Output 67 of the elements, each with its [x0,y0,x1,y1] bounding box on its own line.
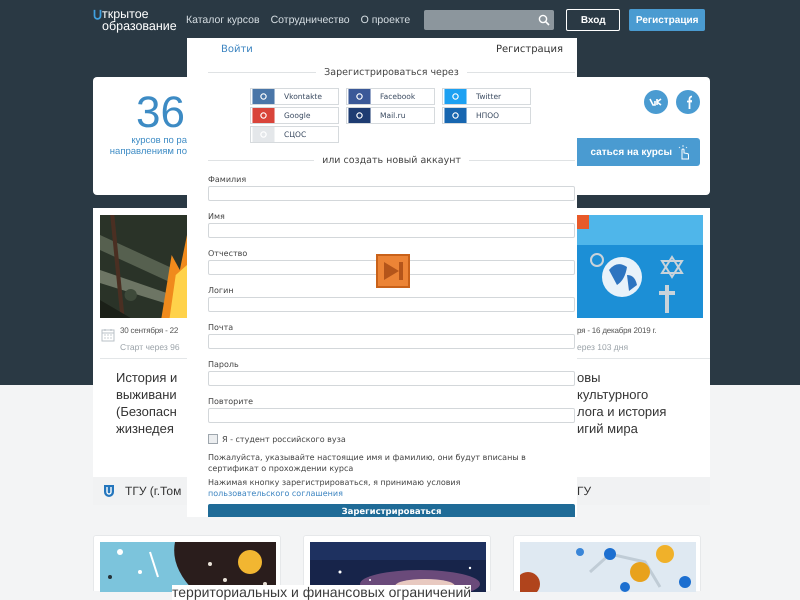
input-field[interactable] [208,334,575,349]
input-field[interactable] [208,223,575,238]
field-label: Пароль [208,359,240,371]
count-caption: курсов по ра [131,135,187,146]
input-field[interactable] [208,260,575,275]
shield-icon [103,484,115,498]
course-title: жизнедея [116,420,175,437]
provider-icon [251,127,276,142]
count-caption: направлениям по [110,146,187,157]
field-label: Повторите [208,396,254,408]
course-card[interactable]: ря - 16 декабря 2019 г. ерез 103 дня овы культурного лога и история игий мира ГУ [577,208,710,505]
provider-icon [443,89,468,104]
course-count: 36 [136,91,185,135]
checkbox-label: Я - студент российского вуза [222,434,346,444]
agreement-text: Нажимая кнопку зарегистрироваться, я принимаю условия [208,477,460,488]
course-card[interactable] [93,535,281,591]
checkbox[interactable] [208,434,218,444]
course-title: выживани [116,386,178,403]
submit-button[interactable]: Зарегистрироваться [208,504,575,517]
course-card[interactable]: 30 сентября - 22 Старт через 96 История и выживани (Безопасн жизнедея ТГУ (г.Том [93,208,187,505]
field-label: Отчество [208,248,248,260]
social-icon[interactable] [644,90,668,114]
course-title: (Безопасн [116,403,178,420]
calendar-icon [101,328,115,342]
section-heading: или создать новый аккаунт [322,154,461,166]
course-title: игий мира [577,420,639,437]
start-info: ерез 103 дня [577,342,630,352]
nav-link[interactable]: О проекте [360,14,410,26]
course-title: лога и история [577,403,668,420]
dialog-tab[interactable]: Регистрация [496,44,563,54]
login-button[interactable]: Вход [566,9,620,31]
course-dates: 30 сентября - 22 [120,326,180,335]
search-icon [538,14,550,26]
course-title: овы [577,369,602,386]
provider-icon [251,108,276,123]
logo-text: ткрытое [102,8,150,20]
course-title: История и [116,369,178,386]
nav-link[interactable]: Сотрудничество [270,14,350,26]
input-field[interactable] [208,371,575,386]
social-icon[interactable] [676,90,700,114]
field-label: Логин [208,285,235,297]
logo-icon [93,9,102,21]
agreement-link[interactable]: пользовательского соглашения [208,488,343,499]
nav-link[interactable]: Каталог курсов [186,14,260,26]
provider-icon [251,89,276,104]
input-field[interactable] [208,186,575,201]
skip-forward-icon[interactable] [376,254,410,288]
note-text: Пожалуйста, указывайте настоящие имя и фамилию, они будут вписаны в сертификат о прохождении курса [208,452,527,474]
provider-icon [347,108,372,123]
field-label: Фамилия [208,174,248,186]
university-name: ГУ [577,484,592,498]
provider-icon [443,108,468,123]
dialog-tab[interactable]: Войти [221,44,253,54]
field-label: Имя [208,211,226,223]
search-field[interactable] [424,10,554,30]
university-name: ТГУ (г.Том [125,484,182,498]
logo-text: образование [102,20,177,32]
input-field[interactable] [208,297,575,312]
input-field[interactable] [208,408,575,423]
subtitle-text: территориальных и финансовых ограничений [172,585,472,600]
section-heading: Зарегистрироваться через [324,66,459,78]
provider-icon [347,89,372,104]
field-label: Почта [208,322,234,334]
hand-icon [678,144,690,160]
start-info: Старт через 96 [120,342,180,352]
course-title: культурного [577,386,650,403]
course-dates: ря - 16 декабря 2019 г. [577,326,656,335]
